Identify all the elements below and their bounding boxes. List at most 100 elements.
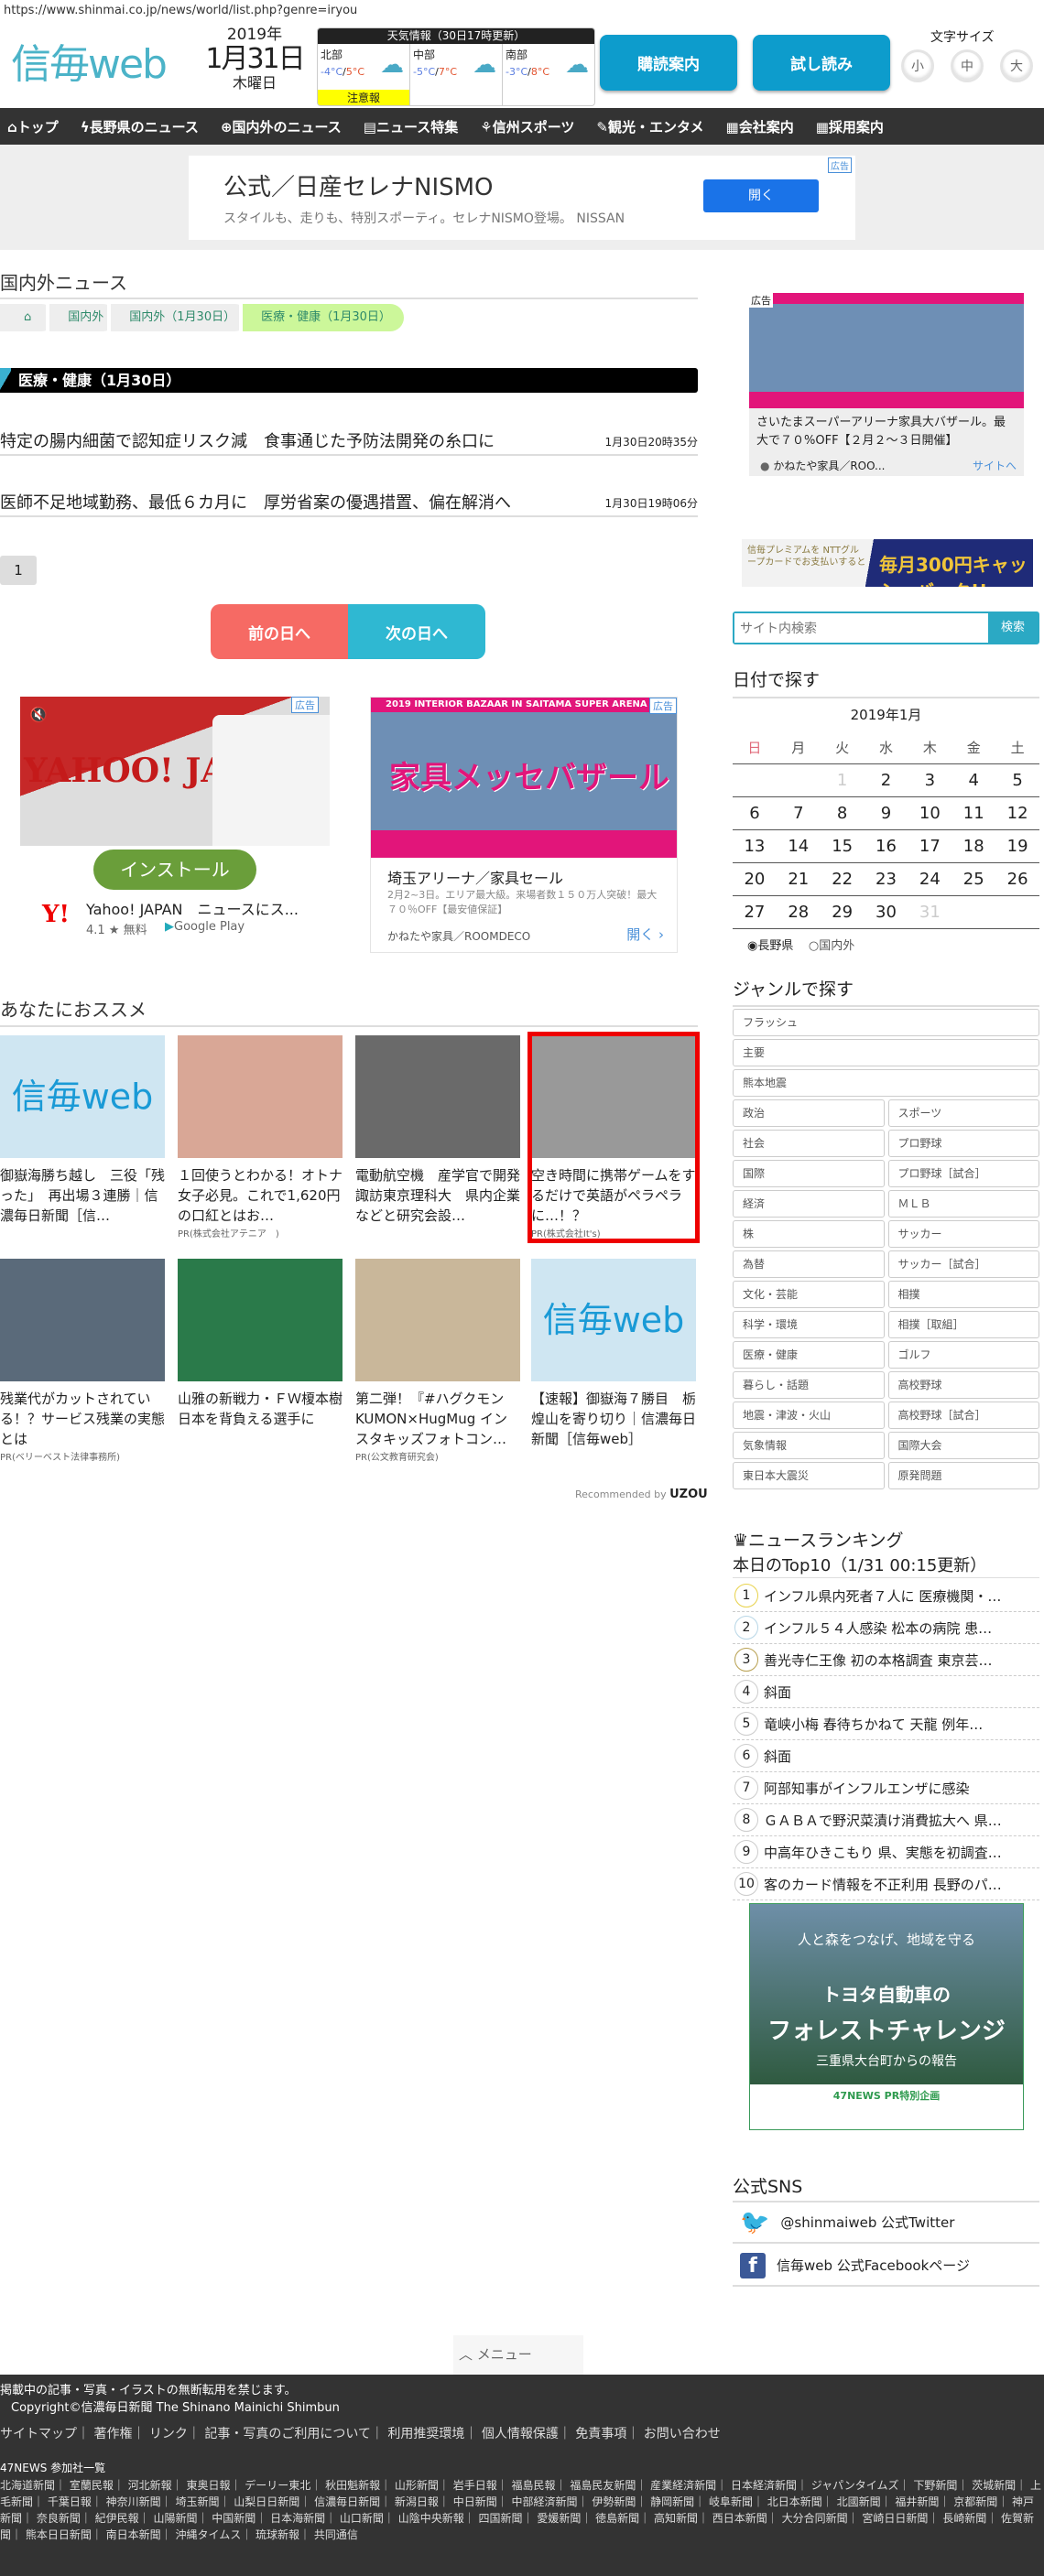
subscribe-button[interactable]: 購読案内 bbox=[600, 35, 737, 91]
calendar-day[interactable]: 24 bbox=[908, 870, 952, 889]
calendar-day[interactable]: 9 bbox=[865, 804, 908, 823]
calendar-day[interactable]: 19 bbox=[995, 837, 1039, 856]
mute-icon[interactable]: 🔇 bbox=[29, 706, 48, 723]
card-thumbnail[interactable] bbox=[178, 1035, 343, 1158]
news-title[interactable]: 特定の腸内細菌で認知症リスク減 食事通じた予防法開発の糸口に bbox=[0, 432, 495, 451]
app-name[interactable]: Yahoo! JAPAN ニュースにス... bbox=[86, 897, 299, 919]
recommend-card[interactable]: 第二弾！『#ハグクモン KUMON×HugMug インスタキッズフォトコン… PR… bbox=[355, 1259, 520, 1463]
nav-company[interactable]: ▦会社案内 bbox=[726, 117, 794, 136]
site-logo[interactable]: 信毎web bbox=[11, 31, 168, 90]
recommend-card[interactable]: １回使うとわかる！オトナ女子必見。これで1,620円の口紅とはお… PR(株式会社… bbox=[178, 1035, 343, 1239]
genre-button[interactable]: 為替 bbox=[733, 1250, 885, 1278]
ad-tag[interactable]: 広告 bbox=[828, 157, 852, 173]
calendar-day[interactable]: 16 bbox=[865, 837, 908, 856]
news-item[interactable]: 特定の腸内細菌で認知症リスク減 食事通じた予防法開発の糸口に 1月30日20時35… bbox=[0, 428, 698, 456]
calendar-day[interactable]: 3 bbox=[908, 771, 952, 790]
nav-features[interactable]: ▤ニュース特集 bbox=[364, 117, 458, 136]
rank-title[interactable]: ＧＡＢＡで野沢菜漬け消費拡大へ 県… bbox=[764, 1811, 1002, 1830]
nav-world[interactable]: ⊕国内外のニュース bbox=[221, 117, 342, 136]
calendar-day[interactable]: 30 bbox=[865, 903, 908, 922]
nav-nagano[interactable]: ϟ長野県のニュース bbox=[81, 117, 199, 136]
calendar-day[interactable]: 23 bbox=[865, 870, 908, 889]
calendar-day[interactable]: 27 bbox=[733, 903, 777, 922]
calendar-day[interactable]: 29 bbox=[821, 903, 865, 922]
furniture-ad[interactable]: 2019 INTERIOR BAZAAR IN SAITAMA SUPER AR… bbox=[370, 697, 678, 953]
rank-title[interactable]: 竜峡小梅 春待ちかねて 天龍 例年… bbox=[764, 1715, 983, 1734]
calendar-day[interactable]: 2 bbox=[865, 771, 908, 790]
genre-button[interactable]: フラッシュ bbox=[733, 1009, 1039, 1036]
genre-button[interactable]: 医療・健康 bbox=[733, 1341, 885, 1369]
nissan-ad[interactable]: 公式／日産セレナNISMO スタイルも、走りも、特別スポーティ。セレナNISMO… bbox=[189, 156, 855, 240]
site-link[interactable]: サイトへ bbox=[973, 458, 1017, 473]
recommend-card[interactable]: 空き時間に携帯ゲームをするだけで英語がペラペラに…！？ PR(株式会社It's) bbox=[527, 1032, 700, 1243]
genre-button[interactable]: プロ野球［試合］ bbox=[887, 1160, 1039, 1187]
breadcrumb-world-date[interactable]: 国内外（1月30日） bbox=[107, 304, 249, 331]
card-thumbnail[interactable] bbox=[178, 1259, 343, 1381]
rank-title[interactable]: 中高年ひきこもり 県、実態を初調査… bbox=[764, 1843, 1002, 1862]
calendar-day[interactable]: 20 bbox=[733, 870, 777, 889]
sidebar-ad[interactable]: 広告 さいたまスーパーアリーナ家具大バザール。最大で７０%OFF【２月２～３日開… bbox=[749, 293, 1024, 476]
card-thumbnail[interactable] bbox=[355, 1259, 520, 1381]
ranking-item[interactable]: 5 竜峡小梅 春待ちかねて 天龍 例年… bbox=[733, 1708, 1039, 1740]
recommend-card[interactable]: 信毎web 御嶽海勝ち越し 三役「残った」 再出場３連勝｜信濃毎日新聞［信… bbox=[0, 1035, 165, 1226]
genre-button[interactable]: サッカー［試合］ bbox=[887, 1250, 1039, 1278]
card-thumbnail[interactable] bbox=[531, 1035, 696, 1158]
calendar-day[interactable]: 28 bbox=[777, 903, 821, 922]
genre-button[interactable]: 東日本大震災 bbox=[733, 1462, 885, 1489]
ranking-item[interactable]: 3 善光寺仁王像 初の本格調査 東京芸… bbox=[733, 1644, 1039, 1676]
rank-title[interactable]: インフル５４人感染 松本の病院 患… bbox=[764, 1618, 992, 1638]
rank-title[interactable]: インフル県内死者７人に 医療機関・… bbox=[764, 1586, 1001, 1606]
genre-button[interactable]: 高校野球［試合］ bbox=[887, 1402, 1039, 1429]
page-1-button[interactable]: 1 bbox=[0, 556, 37, 585]
news-item[interactable]: 医師不足地域勤務、最低６カ月に 厚労省案の優遇措置、偏在解消へ 1月30日19時0… bbox=[0, 490, 698, 517]
ranking-item[interactable]: 4 斜面 bbox=[733, 1676, 1039, 1708]
genre-button[interactable]: 国際 bbox=[733, 1160, 885, 1187]
rank-title[interactable]: 斜面 bbox=[764, 1683, 791, 1702]
nav-recruit[interactable]: ▦採用案内 bbox=[816, 117, 884, 136]
nav-entertainment[interactable]: ✎観光・エンタメ bbox=[596, 117, 703, 136]
calendar-day[interactable]: 10 bbox=[908, 804, 952, 823]
install-button[interactable]: インストール bbox=[93, 850, 256, 890]
calendar-day[interactable]: 25 bbox=[952, 870, 995, 889]
news-title[interactable]: 医師不足地域勤務、最低６カ月に 厚労省案の優遇措置、偏在解消へ bbox=[0, 493, 511, 513]
prev-day-button[interactable]: 前の日へ bbox=[211, 604, 348, 659]
genre-button[interactable]: 社会 bbox=[733, 1130, 885, 1157]
font-medium-button[interactable]: 中 bbox=[951, 49, 984, 82]
genre-button[interactable]: 気象情報 bbox=[733, 1432, 885, 1459]
calendar-day[interactable]: 13 bbox=[733, 837, 777, 856]
genre-button[interactable]: 熊本地震 bbox=[733, 1069, 1039, 1097]
calendar-day[interactable]: 22 bbox=[821, 870, 865, 889]
card-title[interactable]: 空き時間に携帯ゲームをするだけで英語がペラペラに…！？ bbox=[531, 1165, 696, 1226]
calendar-day[interactable]: 6 bbox=[733, 804, 777, 823]
genre-button[interactable]: 主要 bbox=[733, 1039, 1039, 1066]
next-day-button[interactable]: 次の日へ bbox=[348, 604, 485, 659]
genre-button[interactable]: サッカー bbox=[887, 1220, 1039, 1248]
yahoo-ad-video[interactable]: 🔇 YAHOO! JAPAN 広告 bbox=[20, 697, 330, 846]
card-title[interactable]: 【速報】御嶽海７勝目 栃煌山を寄り切り｜信濃毎日新聞［信毎web］ bbox=[531, 1389, 696, 1449]
genre-button[interactable]: 文化・芸能 bbox=[733, 1281, 885, 1308]
genre-button[interactable]: 暮らし・話題 bbox=[733, 1371, 885, 1399]
card-title[interactable]: 残業代がカットされている！？サービス残業の実態とは bbox=[0, 1389, 165, 1449]
genre-button[interactable]: ＭＬＢ bbox=[887, 1190, 1039, 1218]
ad-tag[interactable]: 広告 bbox=[749, 293, 773, 308]
calendar-day[interactable]: 26 bbox=[995, 870, 1039, 889]
ad-tag[interactable]: 広告 bbox=[649, 698, 677, 714]
rank-title[interactable]: 客のカード情報を不正利用 長野のパ… bbox=[764, 1875, 1002, 1894]
recommended-by[interactable]: Recommended by UZOU bbox=[575, 1488, 708, 1501]
genre-button[interactable]: 株 bbox=[733, 1220, 885, 1248]
recommend-card[interactable]: 電動航空機 産学官で開発 諏訪東京理科大 県内企業などと研究会設… bbox=[355, 1035, 520, 1226]
nav-sports[interactable]: ⚘信州スポーツ bbox=[480, 117, 574, 136]
genre-button[interactable]: ゴルフ bbox=[887, 1341, 1039, 1369]
font-large-button[interactable]: 大 bbox=[1000, 49, 1033, 82]
calendar-day[interactable]: 11 bbox=[952, 804, 995, 823]
genre-button[interactable]: 政治 bbox=[733, 1099, 885, 1127]
calendar-day[interactable]: 14 bbox=[777, 837, 821, 856]
genre-button[interactable]: 経済 bbox=[733, 1190, 885, 1218]
genre-button[interactable]: プロ野球 bbox=[887, 1130, 1039, 1157]
genre-button[interactable]: スポーツ bbox=[887, 1099, 1039, 1127]
toyota-ad[interactable]: 人と森をつなげ、地域を守る トヨタ自動車の フォレストチャレンジ 三重県大台町か… bbox=[749, 1903, 1024, 2130]
genre-button[interactable]: 相撲［取組］ bbox=[887, 1311, 1039, 1338]
card-title[interactable]: 電動航空機 産学官で開発 諏訪東京理科大 県内企業などと研究会設… bbox=[355, 1165, 520, 1226]
calendar-day[interactable]: 17 bbox=[908, 837, 952, 856]
ranking-item[interactable]: 8 ＧＡＢＡで野沢菜漬け消費拡大へ 県… bbox=[733, 1804, 1039, 1836]
